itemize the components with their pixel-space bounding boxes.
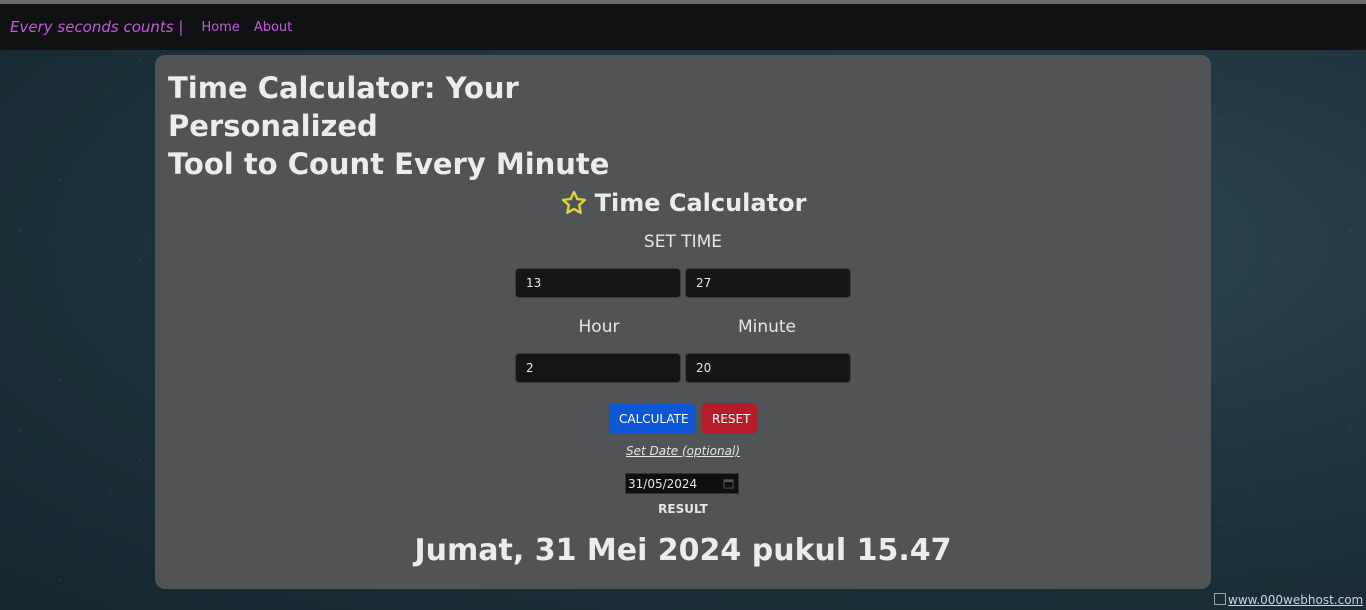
duration-labels: Hour Minute [515, 317, 851, 337]
duration-hour-input[interactable] [515, 353, 681, 383]
result-value: Jumat, 31 Mei 2024 pukul 15.47 [414, 533, 952, 568]
hour-label: Hour [578, 317, 620, 337]
nav-link-home[interactable]: Home [201, 20, 239, 35]
minute-label: Minute [737, 317, 797, 337]
set-time-label: SET TIME [643, 232, 723, 252]
result-label: RESULT [658, 502, 708, 516]
calculator-title-text: Time Calculator [594, 189, 807, 217]
navbar: Every seconds counts | Home About [0, 4, 1366, 50]
hosting-badge-text: www.000webhost.com [1228, 593, 1364, 607]
date-value: 31/05/2024 [628, 476, 698, 491]
calendar-icon[interactable] [723, 478, 734, 489]
start-time-row [515, 268, 851, 298]
duration-minute-input[interactable] [685, 353, 851, 383]
date-input[interactable]: 31/05/2024 [625, 473, 739, 494]
star-icon [561, 190, 586, 214]
page-heading: Time Calculator: Your Personalized Tool … [168, 69, 728, 183]
reset-button[interactable]: RESET [702, 403, 757, 434]
nav-link-about[interactable]: About [254, 20, 292, 35]
calculator-card: Time Calculator: Your Personalized Tool … [155, 55, 1211, 589]
broken-image-icon [1214, 593, 1226, 605]
brand-title: Every seconds counts | [10, 18, 184, 36]
action-buttons: CALCULATE RESET [155, 403, 1211, 434]
set-date-toggle[interactable]: Set Date (optional) [155, 444, 1211, 458]
duration-row [515, 353, 851, 383]
calculate-button[interactable]: CALCULATE [609, 403, 695, 434]
start-hour-input[interactable] [515, 268, 681, 298]
heading-line-2: Tool to Count Every Minute [168, 147, 610, 181]
calculator-title: Time Calculator [155, 189, 1211, 217]
hosting-badge-link[interactable]: www.000webhost.com [1214, 593, 1363, 607]
heading-line-1: Time Calculator: Your Personalized [168, 71, 519, 143]
start-minute-input[interactable] [685, 268, 851, 298]
